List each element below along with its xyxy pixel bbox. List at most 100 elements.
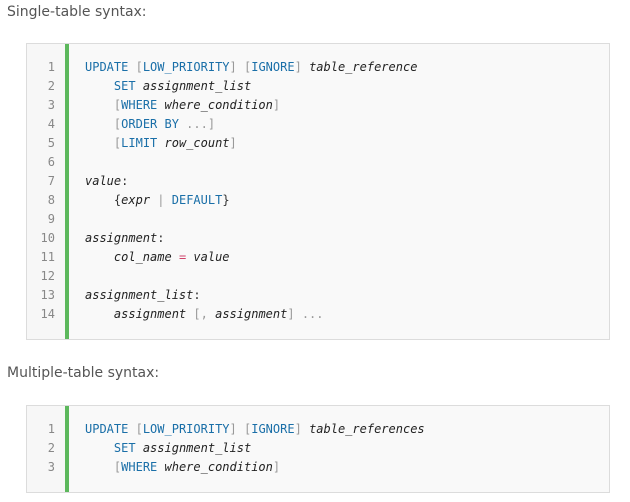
code-token: ]	[272, 460, 281, 474]
code-text: SET assignment_list	[85, 439, 251, 458]
code-token: UPDATE	[85, 422, 129, 436]
line-number: 11	[40, 250, 55, 264]
code-line: 2 SET assignment_list	[27, 439, 609, 458]
code-token: :	[157, 231, 165, 245]
code-line: 12	[27, 267, 609, 286]
code-token: ]	[287, 307, 295, 321]
code-token: :	[193, 288, 201, 302]
line-number: 3	[47, 98, 55, 112]
code-line: 7 value:	[27, 172, 609, 191]
code-line: 1 UPDATE [LOW_PRIORITY] [IGNORE] table_re…	[27, 420, 609, 439]
multiple-table-code-block: 1 UPDATE [LOW_PRIORITY] [IGNORE] table_re…	[26, 405, 610, 493]
code-token: UPDATE	[85, 60, 129, 74]
code-line: 8 {expr | DEFAULT}	[27, 191, 609, 210]
line-number: 4	[47, 117, 55, 131]
code-token: WHERE	[121, 460, 158, 474]
code-token: IGNORE	[251, 60, 295, 74]
code-line: 1 UPDATE [LOW_PRIORITY] [IGNORE] table_re…	[27, 58, 609, 77]
code-text: [LIMIT row_count]	[85, 134, 237, 153]
code-line: 9	[27, 210, 609, 229]
line-number: 14	[40, 307, 55, 321]
multiple-table-syntax-label: Multiple-table syntax:	[7, 365, 160, 381]
code-token: ...	[186, 117, 208, 131]
code-token: LIMIT	[121, 136, 158, 150]
line-number: 3	[47, 460, 55, 474]
code-token: col_name	[113, 250, 172, 264]
code-line: 5 [LIMIT row_count]	[27, 134, 609, 153]
code-token: expr	[121, 193, 151, 207]
code-token: [	[135, 60, 143, 74]
code-token: ]	[294, 422, 302, 436]
code-text: assignment_list:	[85, 286, 201, 305]
line-number: 6	[47, 155, 55, 169]
code-token: assignment	[113, 307, 187, 321]
code-token: ]	[272, 98, 281, 112]
code-token: :	[121, 174, 129, 188]
code-token: assignment_list	[142, 79, 252, 93]
line-number: 2	[47, 441, 55, 455]
code-token: WHERE	[121, 98, 158, 112]
code-token: assignment	[215, 307, 288, 321]
line-number: 10	[40, 231, 55, 245]
code-line: 6	[27, 153, 609, 172]
code-text: assignment:	[85, 229, 164, 248]
code-line: 13 assignment_list:	[27, 286, 609, 305]
code-token: [	[193, 307, 201, 321]
line-number: 2	[47, 79, 55, 93]
code-token: ]	[294, 60, 302, 74]
code-token: value	[85, 174, 122, 188]
code-token: ]	[229, 136, 237, 150]
code-token: ,	[200, 307, 208, 321]
code-token: assignment_list	[85, 288, 194, 302]
code-token: DEFAULT	[171, 193, 223, 207]
code-text: assignment [, assignment] ...	[85, 305, 324, 324]
code-text: value:	[85, 172, 128, 191]
line-number: 12	[40, 269, 55, 283]
code-text: [ORDER BY ...]	[85, 115, 215, 134]
line-number: 1	[47, 60, 55, 74]
code-token: row_count	[164, 136, 230, 150]
line-number: 5	[47, 136, 55, 150]
code-token: ...	[301, 307, 324, 321]
code-token: SET	[113, 79, 136, 93]
line-number: 8	[47, 193, 55, 207]
code-line: 3 [WHERE where_condition]	[27, 96, 609, 115]
code-line: 4 [ORDER BY ...]	[27, 115, 609, 134]
single-table-syntax-label: Single-table syntax:	[7, 4, 147, 20]
code-text: col_name = value	[85, 248, 230, 267]
code-token: ]	[229, 60, 237, 74]
code-token: |	[157, 193, 165, 207]
code-token: LOW_PRIORITY	[142, 422, 230, 436]
code-token: ORDER BY	[121, 117, 179, 131]
code-token: assignment	[85, 231, 158, 245]
line-number: 7	[47, 174, 55, 188]
code-text: [WHERE where_condition]	[85, 96, 280, 115]
code-text: {expr | DEFAULT}	[85, 191, 230, 210]
code-line: 2 SET assignment_list	[27, 77, 609, 96]
code-token: IGNORE	[251, 422, 295, 436]
line-number: 13	[40, 288, 55, 302]
code-token: }	[222, 193, 230, 207]
code-token: where_condition	[164, 98, 273, 112]
code-line: 14 assignment [, assignment] ...	[27, 305, 609, 324]
code-token: ]	[207, 117, 216, 131]
code-line: 11 col_name = value	[27, 248, 609, 267]
code-token: ]	[229, 422, 237, 436]
code-text: UPDATE [LOW_PRIORITY] [IGNORE] table_ref…	[85, 420, 425, 439]
line-number: 9	[47, 212, 55, 226]
code-token: LOW_PRIORITY	[142, 60, 230, 74]
code-token: table_reference	[309, 60, 418, 74]
single-table-code-block: 1 UPDATE [LOW_PRIORITY] [IGNORE] table_re…	[26, 43, 610, 340]
